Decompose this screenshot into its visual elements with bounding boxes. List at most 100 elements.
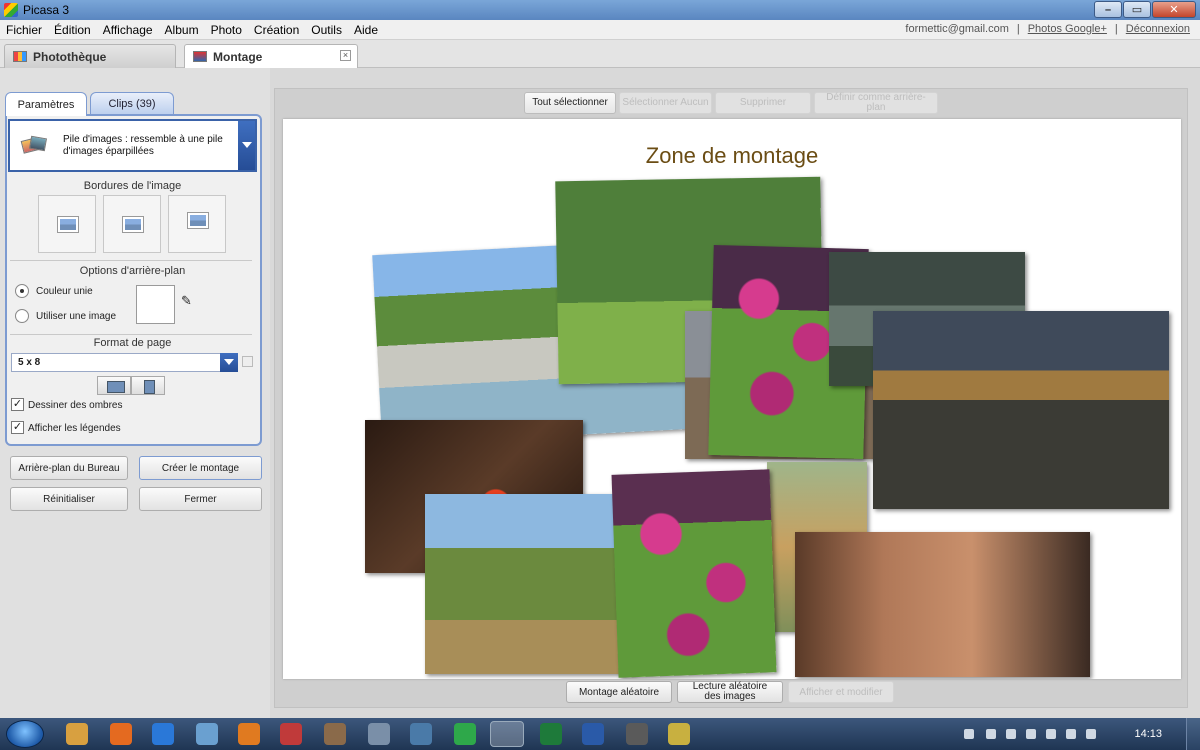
image-border-icon xyxy=(123,217,143,232)
landscape-orientation-button[interactable] xyxy=(97,376,131,395)
divider xyxy=(10,260,252,261)
menu-outils[interactable]: Outils xyxy=(305,23,348,37)
firefox-icon[interactable] xyxy=(110,723,132,745)
word-icon[interactable] xyxy=(582,723,604,745)
tab-label: Montage xyxy=(213,49,263,64)
tray-expand-icon[interactable] xyxy=(964,729,974,739)
shuffle-images-button[interactable]: Lecture aléatoire des images xyxy=(677,681,783,703)
divider xyxy=(10,334,252,335)
close-button[interactable]: Fermer xyxy=(139,487,262,511)
menu-edition[interactable]: Édition xyxy=(48,23,97,37)
borders-title: Bordures de l'image xyxy=(83,180,182,192)
tab-label: Photothèque xyxy=(33,49,107,64)
show-desktop-button[interactable] xyxy=(1186,718,1200,750)
montage-canvas[interactable]: Zone de montage xyxy=(283,119,1181,679)
delete-button[interactable]: Supprimer xyxy=(715,92,811,114)
folder-icon[interactable] xyxy=(668,723,690,745)
reset-button[interactable]: Réinitialiser xyxy=(10,487,128,511)
menu-aide[interactable]: Aide xyxy=(348,23,384,37)
dropbox-icon[interactable] xyxy=(1066,729,1076,739)
picasa-taskbar-icon[interactable] xyxy=(490,721,524,747)
border-white-button[interactable] xyxy=(103,195,161,253)
excel-icon[interactable] xyxy=(540,723,562,745)
view-tabs: Photothèque Montage × xyxy=(0,40,1200,68)
network-icon[interactable] xyxy=(1006,729,1016,739)
solid-color-radio[interactable] xyxy=(15,284,29,298)
clock[interactable]: 14:13 xyxy=(1134,728,1162,740)
gimp-icon[interactable] xyxy=(626,723,648,745)
photo-savanna-zebras[interactable] xyxy=(425,494,635,674)
account-email: formettic@gmail.com xyxy=(905,23,1009,35)
flag-icon[interactable] xyxy=(986,729,996,739)
transfer-icon[interactable] xyxy=(410,723,432,745)
background-options-title: Options d'arrière-plan xyxy=(79,265,186,277)
photo-pile-icon xyxy=(20,135,50,157)
app-icon[interactable] xyxy=(280,723,302,745)
chrome-icon[interactable] xyxy=(454,723,476,745)
tab-parametres[interactable]: Paramètres xyxy=(5,92,87,116)
image-border-icon xyxy=(188,213,208,228)
menu-bar: Fichier Édition Affichage Album Photo Cr… xyxy=(0,20,1200,40)
chevron-down-icon[interactable] xyxy=(238,121,255,170)
separator: | xyxy=(1114,23,1118,35)
layout-dropdown[interactable]: Pile d'images : ressemble à une pile d'i… xyxy=(8,119,257,172)
photo-tulips-bottom[interactable] xyxy=(611,469,777,678)
background-color-swatch[interactable] xyxy=(136,285,175,324)
paint-icon[interactable] xyxy=(324,723,346,745)
separator: | xyxy=(1016,23,1020,35)
system-tray: 14:13 xyxy=(960,718,1200,750)
draw-shadows-checkbox[interactable]: ✓ xyxy=(11,398,24,411)
tab-montage[interactable]: Montage × xyxy=(184,44,358,68)
close-window-button[interactable]: ✕ xyxy=(1152,1,1196,18)
logout-link[interactable]: Déconnexion xyxy=(1126,23,1190,35)
windows-taskbar: 14:13 xyxy=(0,718,1200,750)
portrait-orientation-button[interactable] xyxy=(131,376,165,395)
menu-creation[interactable]: Création xyxy=(248,23,305,37)
photos-google-link[interactable]: Photos Google+ xyxy=(1028,23,1107,35)
view-and-edit-button[interactable]: Afficher et modifier xyxy=(788,681,894,703)
start-button[interactable] xyxy=(6,720,44,748)
menu-photo[interactable]: Photo xyxy=(205,23,248,37)
photo-face-closeup[interactable] xyxy=(795,532,1090,677)
close-tab-icon[interactable]: × xyxy=(340,50,351,61)
maximize-button[interactable]: ▭ xyxy=(1123,1,1151,18)
control-panel-icon[interactable] xyxy=(196,723,218,745)
use-image-label: Utiliser une image xyxy=(36,311,117,322)
media-player-icon[interactable] xyxy=(238,723,260,745)
solid-color-label: Couleur unie xyxy=(36,286,93,297)
random-montage-button[interactable]: Montage aléatoire xyxy=(566,681,672,703)
menu-album[interactable]: Album xyxy=(159,23,205,37)
tab-clips[interactable]: Clips (39) xyxy=(90,92,174,114)
explorer-icon[interactable] xyxy=(66,723,88,745)
minimize-button[interactable]: – xyxy=(1094,1,1122,18)
sync-icon[interactable] xyxy=(1086,729,1096,739)
set-as-background-button[interactable]: Définir comme arrière-plan xyxy=(814,92,938,114)
custom-format-icon[interactable] xyxy=(242,356,253,367)
tab-phototheque[interactable]: Photothèque xyxy=(4,44,176,68)
canvas-title: Zone de montage xyxy=(645,143,819,168)
select-none-button[interactable]: Sélectionner Aucun xyxy=(619,92,712,114)
create-montage-button[interactable]: Créer le montage xyxy=(139,456,262,480)
eyedropper-icon[interactable]: ✎ xyxy=(181,294,195,308)
image-border-icon xyxy=(58,217,78,232)
internet-explorer-icon[interactable] xyxy=(152,723,174,745)
chevron-down-icon[interactable] xyxy=(220,353,238,372)
usb-icon[interactable] xyxy=(1046,729,1056,739)
menu-affichage[interactable]: Affichage xyxy=(97,23,159,37)
select-all-button[interactable]: Tout sélectionner xyxy=(524,92,616,114)
show-captions-checkbox[interactable]: ✓ xyxy=(11,421,24,434)
menu-fichier[interactable]: Fichier xyxy=(0,23,48,37)
page-format-title: Format de page xyxy=(93,337,172,349)
photo-elephant-sunset[interactable] xyxy=(873,311,1169,509)
layout-description: Pile d'images : ressemble à une pile d'i… xyxy=(63,134,223,157)
border-none-button[interactable] xyxy=(38,195,96,253)
window-title: Picasa 3 xyxy=(23,3,70,17)
desktop-background-button[interactable]: Arrière-plan du Bureau xyxy=(10,456,128,480)
use-image-radio[interactable] xyxy=(15,309,29,323)
border-polaroid-button[interactable] xyxy=(168,195,226,253)
page-format-dropdown[interactable]: 5 x 8 xyxy=(11,353,238,372)
show-captions-label: Afficher les légendes xyxy=(28,423,121,434)
volume-icon[interactable] xyxy=(1026,729,1036,739)
notepad-icon[interactable] xyxy=(368,723,390,745)
title-bar: Picasa 3 – ▭ ✕ xyxy=(0,0,1200,20)
